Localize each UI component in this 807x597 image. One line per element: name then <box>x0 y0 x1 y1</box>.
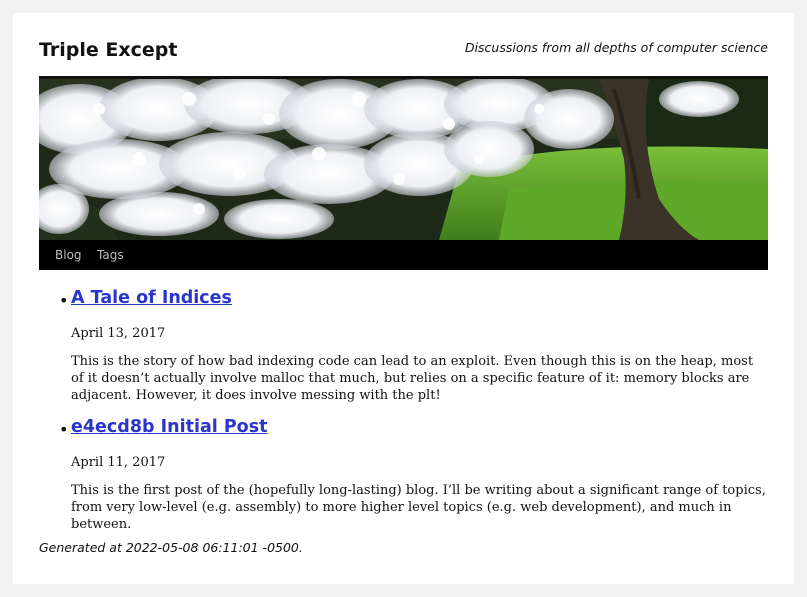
post-list: • A Tale of Indices April 13, 2017 This … <box>39 285 768 533</box>
main-nav: Blog Tags <box>39 240 768 270</box>
post-date: April 13, 2017 <box>71 326 166 341</box>
post-title-link[interactable]: e4ecd8b Initial Post <box>71 414 768 440</box>
post-date: April 11, 2017 <box>71 455 166 470</box>
post-excerpt: This is the first post of the (hopefully… <box>71 483 766 532</box>
bullet-icon: • <box>59 420 69 439</box>
post-excerpt: This is the story of how bad indexing co… <box>71 354 754 403</box>
footer-generated: Generated at 2022-05-08 06:11:01 -0500. <box>39 540 303 555</box>
nav-item-tags[interactable]: Tags <box>97 248 124 262</box>
banner-image <box>39 79 768 240</box>
site-description: Discussions from all depths of computer … <box>464 40 768 55</box>
page-container: Triple Except Discussions from all depth… <box>13 13 794 584</box>
bullet-icon: • <box>59 291 69 310</box>
site-title[interactable]: Triple Except <box>39 39 177 61</box>
list-item: • A Tale of Indices April 13, 2017 This … <box>39 285 768 404</box>
post-title-link[interactable]: A Tale of Indices <box>71 285 768 311</box>
list-item: • e4ecd8b Initial Post April 11, 2017 Th… <box>39 414 768 533</box>
nav-item-blog[interactable]: Blog <box>55 248 82 262</box>
